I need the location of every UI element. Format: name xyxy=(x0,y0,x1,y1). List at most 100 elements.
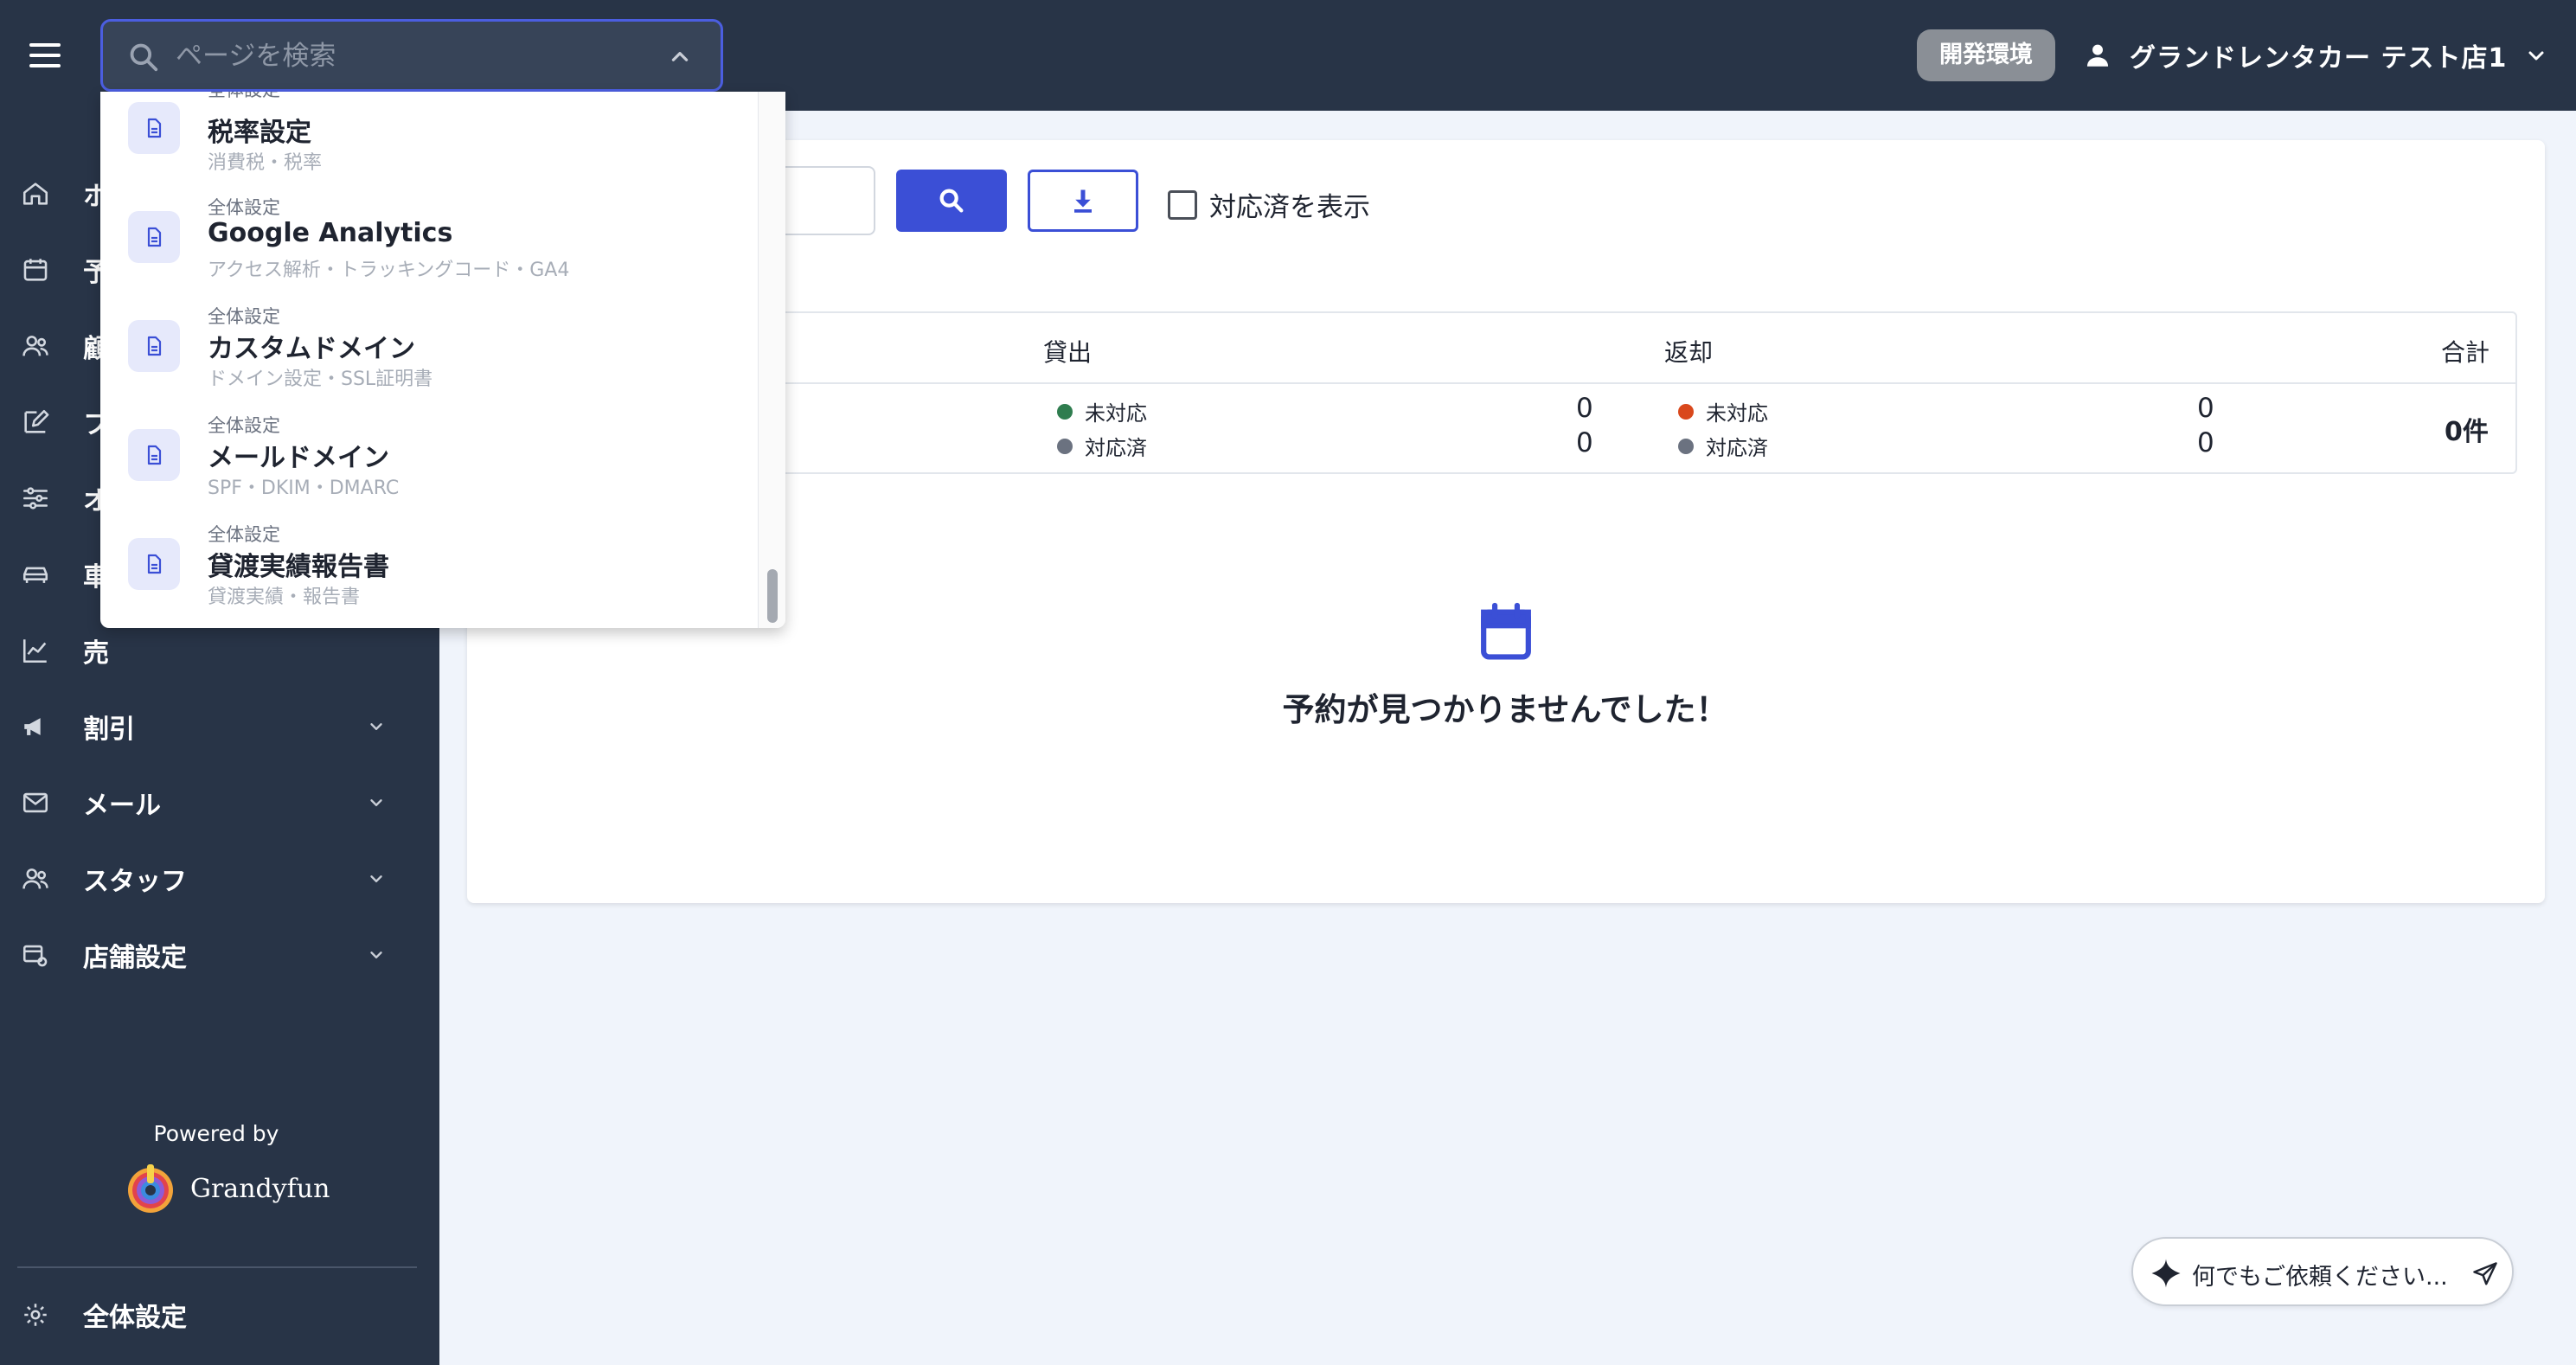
lend-pending-count: 0 xyxy=(1576,393,1593,424)
search-result-item[interactable]: 全体設定 Google Analytics アクセス解析・トラッキングコード・G… xyxy=(100,190,758,299)
download-button[interactable] xyxy=(1028,170,1138,232)
users-icon xyxy=(22,336,48,356)
status-dot xyxy=(1678,403,1694,420)
menu-toggle-icon[interactable] xyxy=(29,43,61,67)
download-icon xyxy=(1074,189,1092,213)
search-button[interactable] xyxy=(896,170,1007,232)
empty-state-message: 予約が見つかりませんでした！ xyxy=(1282,691,1728,728)
result-keywords: アクセス解析・トラッキングコード・GA4 xyxy=(208,260,570,281)
user-icon xyxy=(2086,44,2109,67)
result-category: 全体設定 xyxy=(208,306,280,327)
sidebar-item-label: 店舗設定 xyxy=(83,943,187,973)
dropdown-scrollbar[interactable] xyxy=(758,92,785,628)
search-result-item[interactable]: 全体設定 メールドメイン SPF・DKIM・DMARC xyxy=(100,408,758,517)
sidebar-item-label: スタッフ xyxy=(83,867,187,897)
ai-assistant-placeholder: 何でもご依頼ください... xyxy=(2192,1264,2448,1291)
sparkle-icon xyxy=(2151,1259,2181,1288)
result-title: カスタムドメイン xyxy=(208,334,415,364)
chevron-down-icon xyxy=(370,723,382,730)
document-icon xyxy=(128,102,180,154)
lend-done-count: 0 xyxy=(1576,427,1593,458)
user-name: グランドレンタカー テスト店1 xyxy=(2130,43,2508,74)
document-icon xyxy=(128,429,180,481)
show-handled-label: 対応済を表示 xyxy=(1209,192,1370,223)
result-category: 全体設定 xyxy=(208,524,280,545)
lend-pending-status: 未対応 xyxy=(1057,396,1147,426)
home-icon xyxy=(22,183,48,205)
brand-name: Grandyfun xyxy=(190,1173,330,1204)
sidebar-item-label: 割引 xyxy=(83,715,135,745)
page-search-box[interactable] xyxy=(100,19,723,92)
return-done-status: 対応済 xyxy=(1678,431,1768,461)
chevron-down-icon xyxy=(370,799,382,806)
search-result-item[interactable]: 全体設定 カスタムドメイン ドメイン設定・SSL証明書 xyxy=(100,299,758,408)
sidebar-item-label: メール xyxy=(83,791,161,821)
staff-icon xyxy=(22,868,48,889)
document-icon xyxy=(128,538,180,590)
scrollbar-thumb[interactable] xyxy=(767,569,778,623)
powered-by-text: Powered by xyxy=(153,1121,279,1146)
sidebar-item-mail[interactable]: メール xyxy=(0,768,439,837)
ai-assistant-input[interactable]: 何でもご依頼ください... xyxy=(2131,1237,2514,1306)
chart-icon xyxy=(22,639,47,663)
return-pending-count: 0 xyxy=(2197,393,2214,424)
result-keywords: ドメイン設定・SSL証明書 xyxy=(208,368,433,390)
show-handled-checkbox[interactable] xyxy=(1168,189,1197,220)
result-keywords: SPF・DKIM・DMARC xyxy=(208,477,400,499)
brand-logo: Grandyfun xyxy=(123,1161,330,1216)
search-result-item[interactable]: 税率設定 消費税・税率 xyxy=(100,93,758,202)
send-icon[interactable] xyxy=(2472,1261,2498,1287)
document-icon xyxy=(128,320,180,372)
gear-icon xyxy=(24,1304,47,1326)
return-pending-label: 未対応 xyxy=(1706,401,1768,426)
lend-pending-label: 未対応 xyxy=(1085,401,1147,426)
car-icon xyxy=(22,567,48,583)
table-header-divider xyxy=(486,382,2515,384)
sidebar-item-label: 全体設定 xyxy=(83,1303,187,1333)
search-results-dropdown: 全体設定 税率設定 消費税・税率 全体設定 Google Analytics ア… xyxy=(100,92,785,628)
return-pending-status: 未対応 xyxy=(1678,396,1768,426)
calendar-icon xyxy=(1481,602,1531,660)
status-dot xyxy=(1678,438,1694,454)
chevron-down-icon xyxy=(2528,51,2544,61)
search-icon xyxy=(130,43,158,72)
document-icon xyxy=(128,211,180,263)
column-header-lend: 貸出 xyxy=(1043,338,1093,367)
sidebar-divider xyxy=(17,1266,417,1268)
sidebar-item-label: 売 xyxy=(83,638,109,669)
result-category: 全体設定 xyxy=(208,415,280,436)
result-title: 税率設定 xyxy=(208,118,311,148)
search-result-item[interactable]: 全体設定 貸渡実績報告書 貸渡実績・報告書 xyxy=(100,517,758,626)
show-handled-toggle[interactable]: 対応済を表示 xyxy=(1168,185,1370,224)
sidebar-item-staff[interactable]: スタッフ xyxy=(0,844,439,913)
chevron-down-icon xyxy=(370,952,382,958)
return-done-count: 0 xyxy=(2197,427,2214,458)
status-dot xyxy=(1057,438,1073,454)
sidebar-item-store-settings[interactable]: 店舗設定 xyxy=(0,920,439,990)
return-done-label: 対応済 xyxy=(1706,436,1768,460)
megaphone-icon xyxy=(24,718,41,735)
result-title: メールドメイン xyxy=(208,443,389,473)
result-keywords: 貸渡実績・報告書 xyxy=(208,586,361,608)
edit-icon xyxy=(24,409,49,433)
grandyfun-logo-icon xyxy=(128,1164,173,1213)
status-dot xyxy=(1057,403,1073,420)
chevron-down-icon xyxy=(370,875,382,882)
search-icon xyxy=(939,189,964,213)
chevron-up-icon[interactable] xyxy=(669,46,691,68)
page-search-input[interactable] xyxy=(176,34,660,79)
lend-done-label: 対応済 xyxy=(1085,436,1147,460)
result-title: 貸渡実績報告書 xyxy=(208,552,389,582)
summary-table: 貸出 返却 合計 未対応 0 対応済 0 未対応 0 対応済 0 0件 xyxy=(484,311,2517,474)
column-header-total: 合計 xyxy=(2441,338,2490,367)
sidebar-item-global-settings[interactable]: 全体設定 xyxy=(0,1280,439,1349)
user-menu[interactable]: グランドレンタカー テスト店1 xyxy=(2083,26,2547,85)
sliders-icon xyxy=(22,487,48,509)
calendar-icon xyxy=(23,259,48,281)
mail-icon xyxy=(22,792,48,813)
total-count: 0件 xyxy=(2445,417,2489,447)
column-header-return: 返却 xyxy=(1664,338,1714,367)
result-title: Google Analytics xyxy=(208,218,453,248)
sidebar-item-discounts[interactable]: 割引 xyxy=(0,692,439,761)
environment-badge: 開発環境 xyxy=(1917,29,2055,81)
